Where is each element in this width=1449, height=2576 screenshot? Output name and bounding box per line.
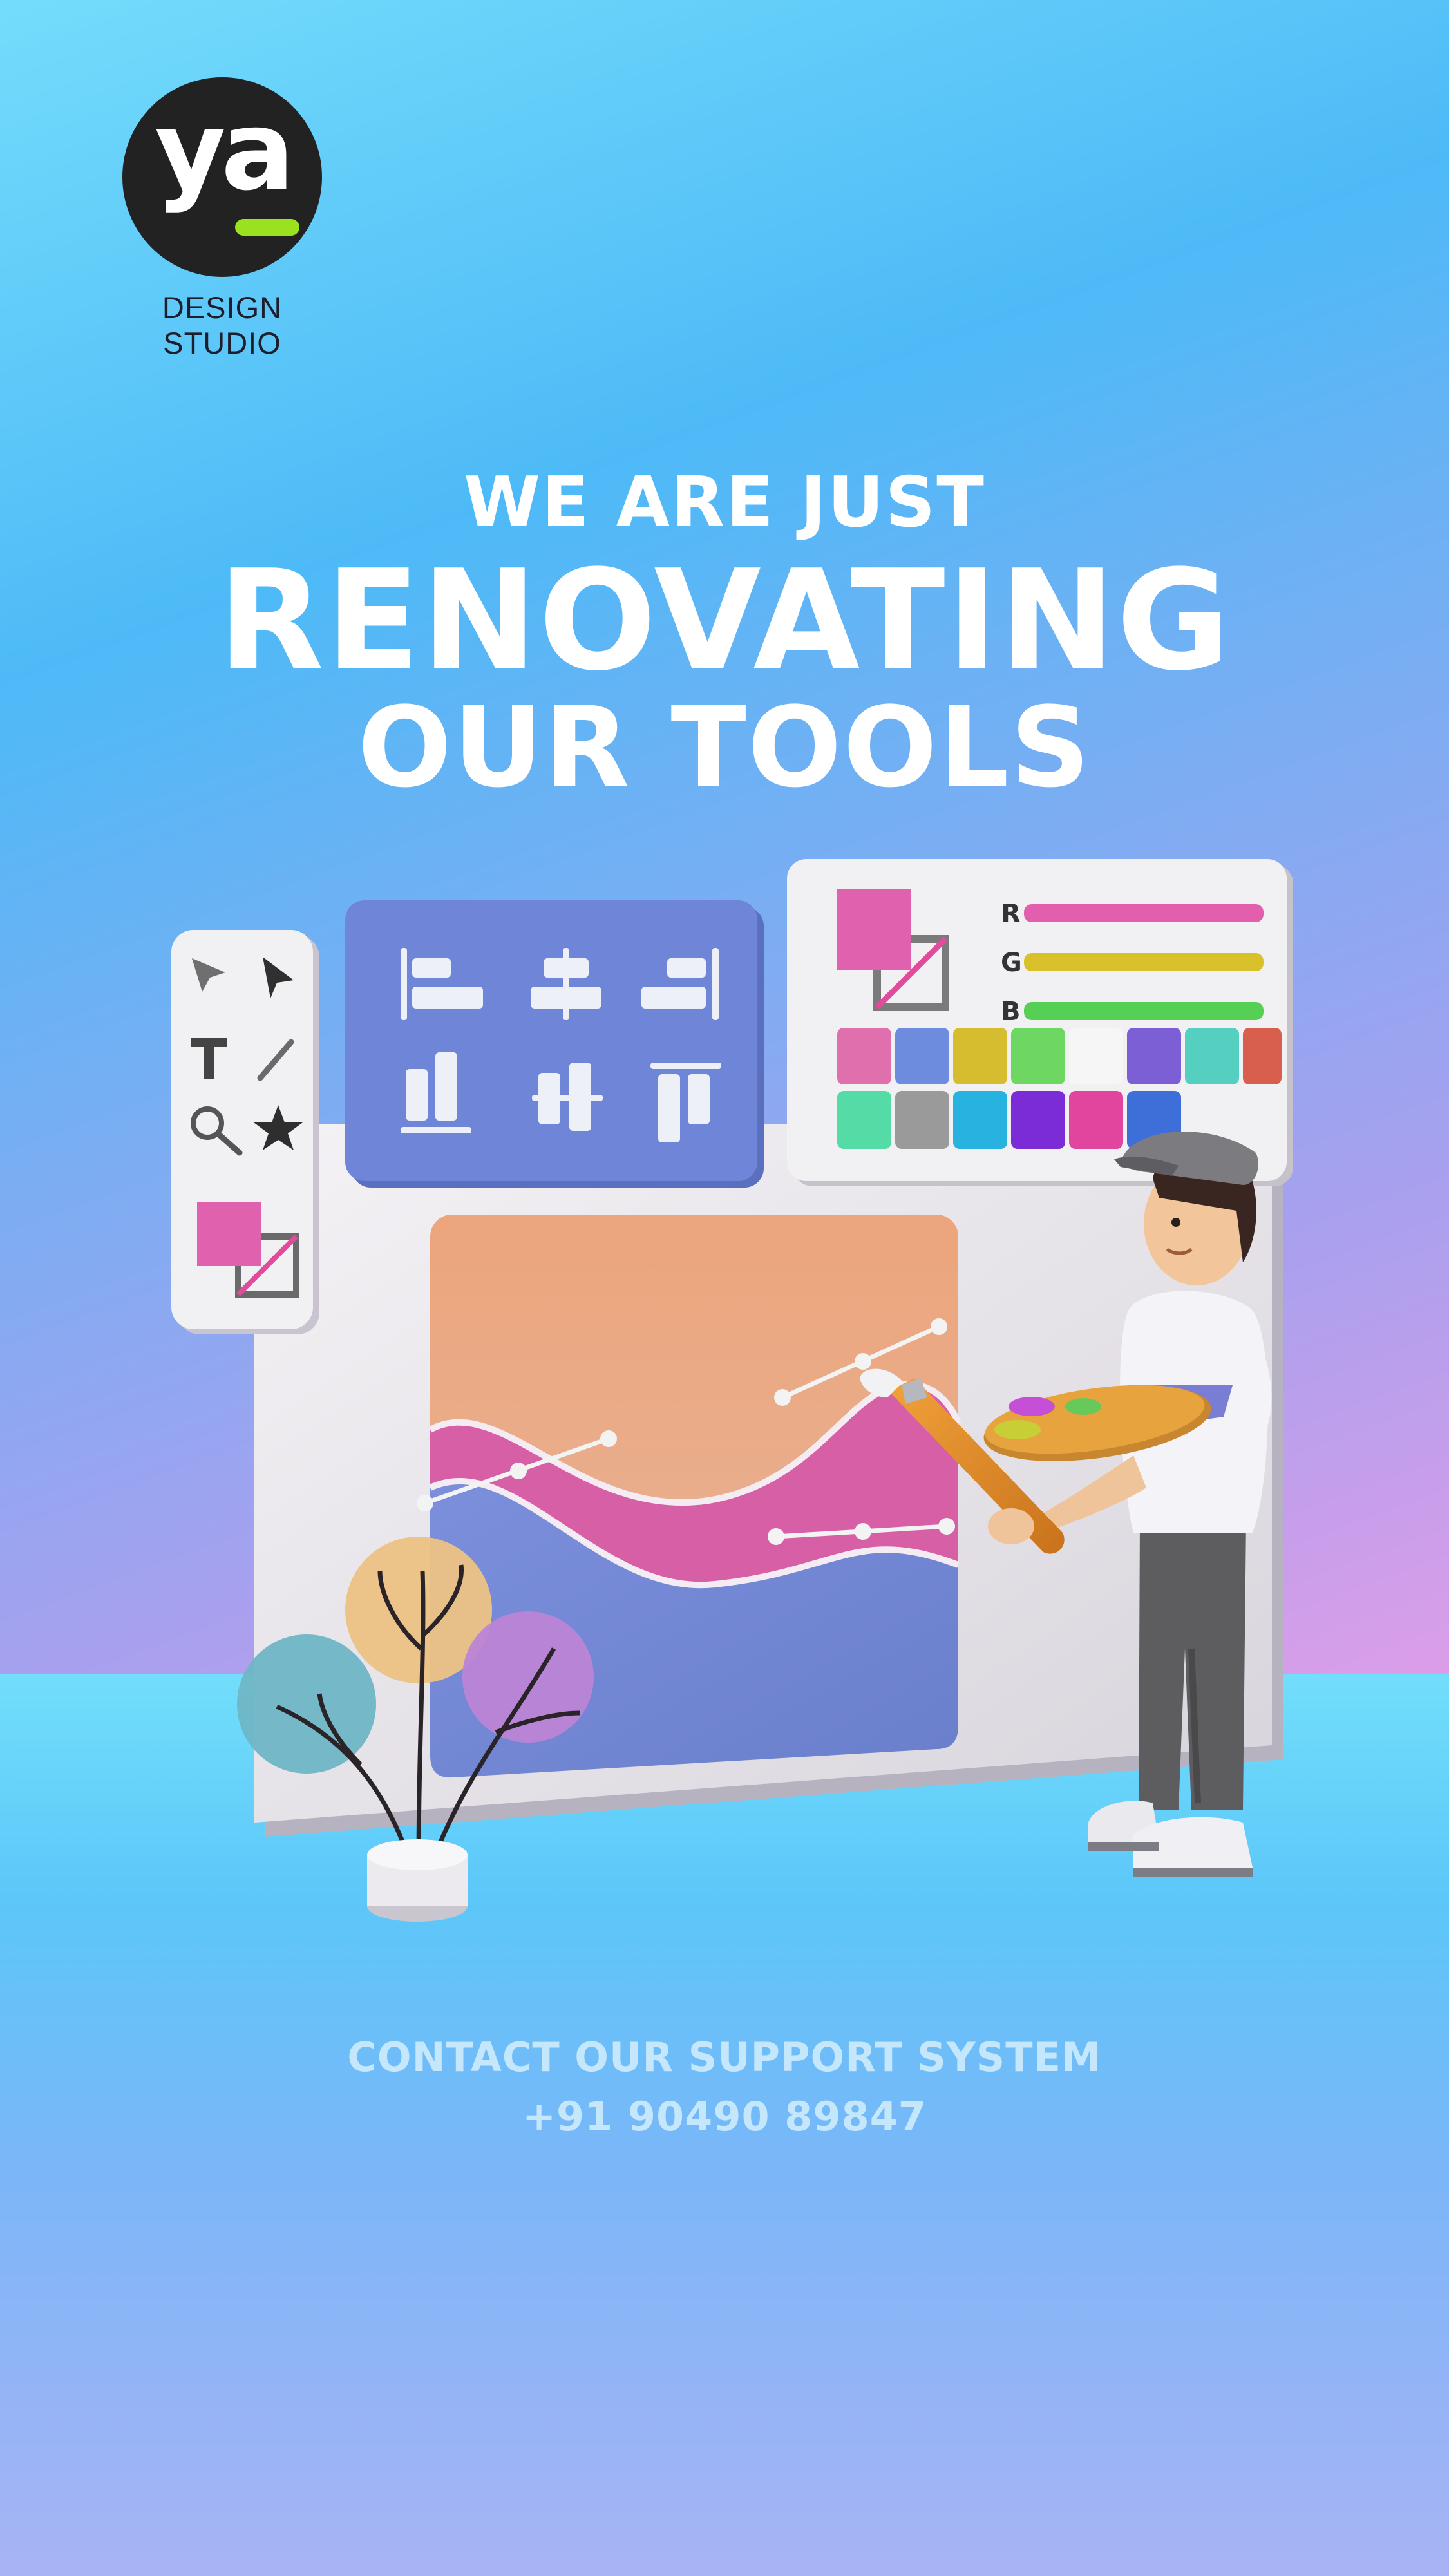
headline-line-1: WE ARE JUST [464,462,985,543]
headline-line-3: OUR TOOLS [357,683,1092,812]
logo-mark: ya [155,88,295,215]
b-channel-label: B [1001,997,1021,1027]
logo-caption: DESIGN STUDIO [162,290,283,360]
poster: ya DESIGN STUDIO WE ARE JUST RENOVATING … [0,0,1449,2576]
g-channel-label: G [1001,948,1022,978]
contact-phone[interactable]: +91 90490 89847 [0,2093,1449,2140]
toolbox-panel [171,930,319,1334]
alignment-panel [345,900,764,1188]
logo-circle: ya [122,77,322,277]
brand-logo: ya DESIGN STUDIO [103,77,341,360]
r-slider [1024,904,1264,922]
r-channel-label: R [1001,899,1021,929]
design-tools-illustration: R G B [171,859,1293,1922]
g-slider [1024,953,1264,971]
contact-heading: CONTACT OUR SUPPORT SYSTEM [347,2034,1102,2081]
headline-line-2: RENOVATING [218,540,1231,701]
logo-underline [235,219,299,236]
b-slider [1024,1002,1264,1020]
